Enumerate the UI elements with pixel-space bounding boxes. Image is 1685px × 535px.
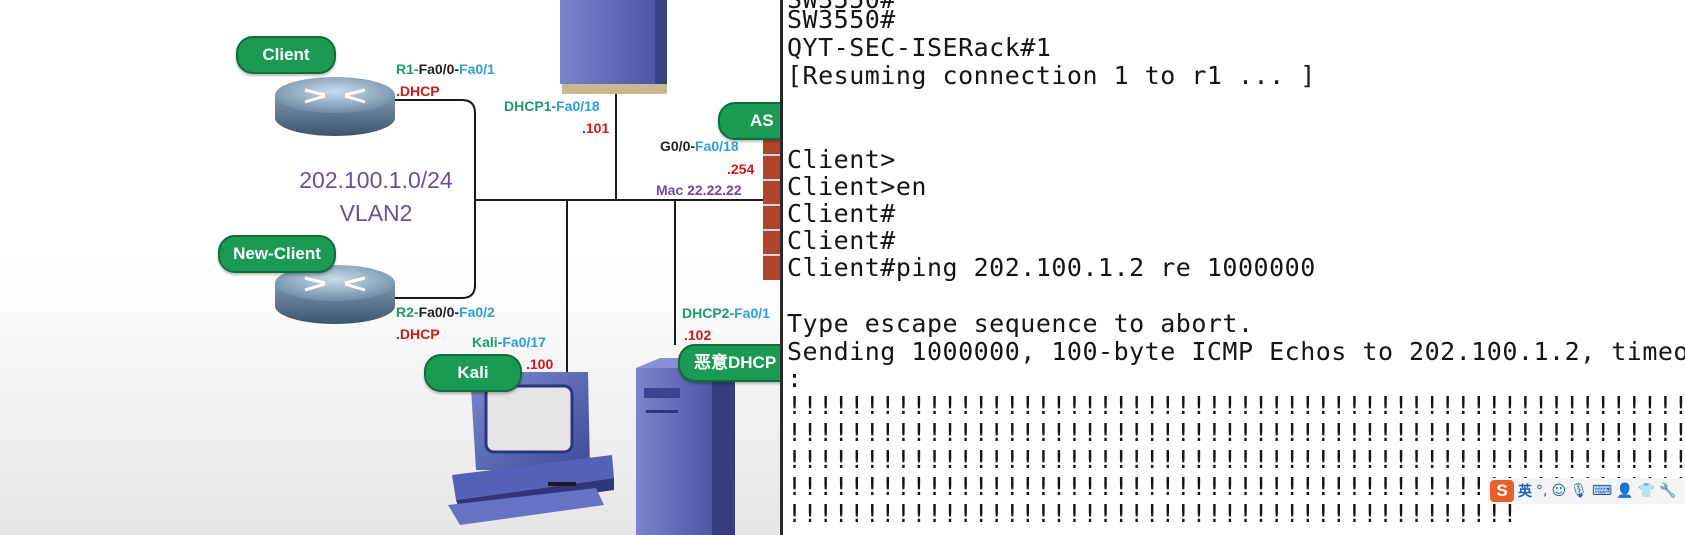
terminal-window[interactable]: SW3550# SW3550# QYT-SEC-ISERack#1 [Resum… xyxy=(780,0,1685,535)
client-label: Client xyxy=(236,36,336,74)
malicious-dhcp-label: 恶意DHCP xyxy=(678,344,780,382)
dhcp1-ip-label: .101 xyxy=(582,120,610,136)
terminal-line: Client> xyxy=(787,145,896,174)
terminal-line: Sending 1000000, 100-byte ICMP Echos to … xyxy=(787,337,1685,366)
r2-device: R2- xyxy=(396,304,419,320)
router-r2 xyxy=(275,265,395,324)
dhcp1-port-label: DHCP1-Fa0/18 xyxy=(504,98,600,114)
dhcp2-ip-label: .102 xyxy=(684,327,712,343)
vlan-label: VLAN2 xyxy=(339,200,413,226)
asa-switch-port: Fa0/18 xyxy=(695,138,739,154)
kali-pc xyxy=(448,372,614,525)
r2-switch-port: Fa0/2 xyxy=(459,304,495,320)
dhcp2-switch-port: Fa0/1 xyxy=(734,305,770,321)
subnet-label: 202.100.1.0/24 xyxy=(299,167,453,193)
asa-ip-label: .254 xyxy=(727,161,755,177)
r2-port-label: R2-Fa0/0-Fa0/2 xyxy=(396,304,495,320)
dhcp1-switch-port: Fa0/18 xyxy=(556,98,600,114)
skin-icon[interactable]: 👕 xyxy=(1638,483,1655,499)
topology-drawing xyxy=(275,0,780,535)
microphone-icon[interactable]: 🎙 xyxy=(1570,483,1588,499)
kali-device: Kali- xyxy=(472,334,503,350)
terminal-line: Client# xyxy=(787,226,896,255)
r1-port-label: R1-Fa0/0-Fa0/1 xyxy=(396,61,495,77)
asa-mac-label: Mac 22.22.22 xyxy=(656,182,742,198)
terminal-line: Client# xyxy=(787,199,896,228)
terminal-line: Client#ping 202.100.1.2 re 1000000 xyxy=(787,253,1316,282)
dhcp2-device: DHCP2- xyxy=(682,305,735,321)
terminal-line: !!!!!!!!!!!!!!!!!!!!!!!!!!!!!!!!!!!!!!!!… xyxy=(787,499,1518,528)
terminal-line: Client>en xyxy=(787,172,927,201)
dhcp2-port-label: DHCP2-Fa0/1 xyxy=(682,305,770,321)
asa-firewall xyxy=(763,130,780,280)
user-icon[interactable]: 👤 xyxy=(1616,483,1633,499)
router-r1 xyxy=(275,77,395,136)
terminal-line: !!!!!!!!!!!!!!!!!!!!!!!!!!!!!!!!!!!!!!!!… xyxy=(787,418,1685,447)
r1-switch-port: Fa0/1 xyxy=(459,61,495,77)
emoji-icon[interactable]: ☺ xyxy=(1551,483,1566,499)
punctuation-icon[interactable]: °, xyxy=(1536,483,1547,499)
asa-port-label: G0/0-Fa0/18 xyxy=(660,138,739,154)
dhcp1-server xyxy=(560,0,667,94)
kali-label: Kali xyxy=(424,354,522,392)
ime-toolbar[interactable]: S 英 °, ☺ 🎙 ⌨ 👤 👕 🔧 xyxy=(1488,478,1685,504)
new-client-label: New-Client xyxy=(218,235,336,273)
terminal-line: Type escape sequence to abort. xyxy=(787,309,1254,338)
asa-port: G0/0- xyxy=(660,138,696,154)
terminal-line: !!!!!!!!!!!!!!!!!!!!!!!!!!!!!!!!!!!!!!!!… xyxy=(787,391,1685,420)
terminal-line: [Resuming connection 1 to r1 ... ] xyxy=(787,61,1316,90)
r2-port: Fa0/0- xyxy=(418,304,460,320)
r1-port: Fa0/0- xyxy=(418,61,460,77)
r1-device: R1- xyxy=(396,61,419,77)
kali-switch-port: Fa0/17 xyxy=(502,334,546,350)
asa-label: AS xyxy=(718,102,780,140)
sogou-logo-icon[interactable]: S xyxy=(1490,480,1514,502)
terminal-line: SW3550# xyxy=(787,5,896,34)
kali-ip-label: .100 xyxy=(526,356,554,372)
r1-ip-label: .DHCP xyxy=(396,83,440,99)
settings-icon[interactable]: 🔧 xyxy=(1659,483,1676,499)
ime-mode-toggle[interactable]: 英 xyxy=(1518,481,1532,501)
terminal-line: : xyxy=(787,364,803,393)
terminal-line: !!!!!!!!!!!!!!!!!!!!!!!!!!!!!!!!!!!!!!!!… xyxy=(787,445,1685,474)
terminal-line: QYT-SEC-ISERack#1 xyxy=(787,33,1052,62)
keyboard-icon[interactable]: ⌨ xyxy=(1592,483,1612,499)
r2-ip-label: .DHCP xyxy=(396,326,440,342)
dhcp1-device: DHCP1- xyxy=(504,98,557,114)
kali-port-label: Kali-Fa0/17 xyxy=(472,334,546,350)
network-diagram: Client New-Client Kali AS 恶意DHCP 202.100… xyxy=(0,0,780,535)
malicious-dhcp-server xyxy=(636,358,735,535)
